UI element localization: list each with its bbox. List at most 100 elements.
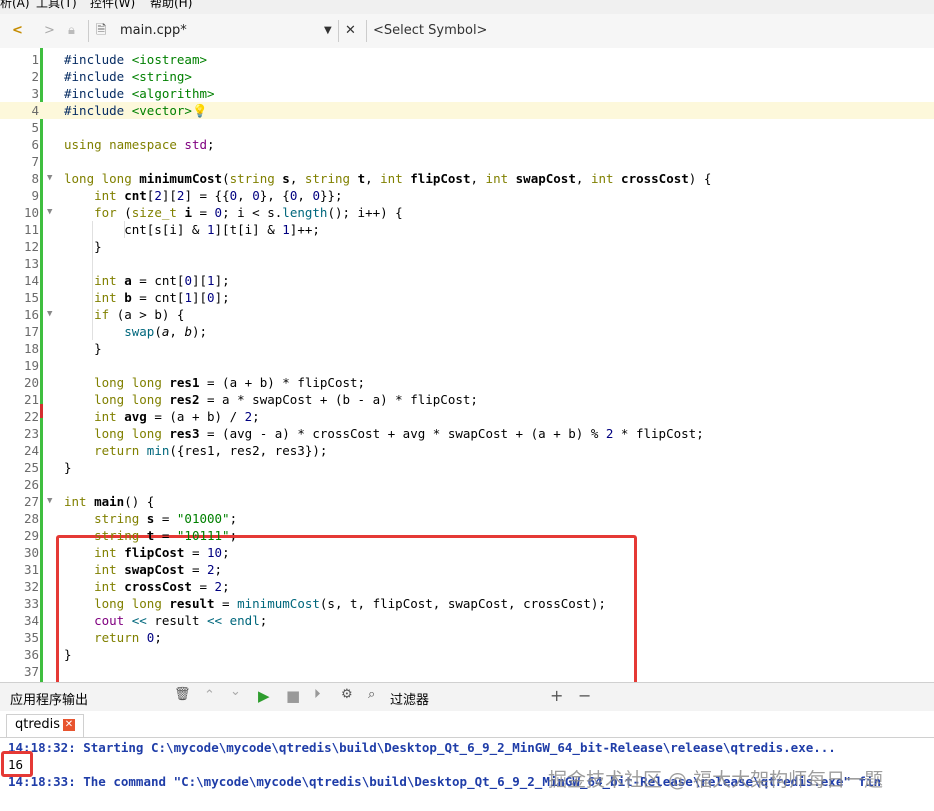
output-line: 14:18:32: Starting C:\mycode\mycode\qtre… [8, 740, 836, 755]
line-number: 20 [23, 375, 39, 390]
code-text: long long result = minimumCost(s, t, fli… [94, 596, 606, 611]
line-number: 32 [23, 579, 39, 594]
chevron-up-icon[interactable]: ⌃ [204, 688, 215, 703]
fold-marker-icon[interactable]: ▼ [47, 493, 52, 510]
tab-label: qtredis [15, 717, 61, 732]
line-number: 5 [31, 120, 39, 135]
code-line[interactable]: 30 int flipCost = 10; [0, 544, 934, 561]
line-number: 29 [23, 528, 39, 543]
trash-icon[interactable]: 🗑︎ [174, 687, 191, 702]
line-number: 3 [31, 86, 39, 101]
code-line[interactable]: 33 long long result = minimumCost(s, t, … [0, 595, 934, 612]
code-line[interactable]: 23 long long res3 = (avg - a) * crossCos… [0, 425, 934, 442]
line-number: 15 [23, 290, 39, 305]
code-line[interactable]: 28 string s = "01000"; [0, 510, 934, 527]
code-text: int b = cnt[1][0]; [94, 290, 230, 305]
line-number: 28 [23, 511, 39, 526]
back-button[interactable]: < [12, 20, 23, 42]
fold-marker-icon[interactable]: ▼ [47, 170, 52, 187]
code-line[interactable]: 17 swap(a, b); [0, 323, 934, 340]
symbol-selector[interactable]: <Select Symbol> [373, 20, 487, 42]
code-line[interactable]: 16 ▼ if (a > b) { [0, 306, 934, 323]
code-line[interactable]: 7 [0, 153, 934, 170]
line-number: 36 [23, 647, 39, 662]
file-selector[interactable]: 🗎 main.cpp* ▼ [96, 20, 338, 42]
code-line[interactable]: 36} [0, 646, 934, 663]
code-line[interactable]: 8 ▼ long long minimumCost(string s, string… [0, 170, 934, 187]
code-line[interactable]: 18 } [0, 340, 934, 357]
line-number: 11 [23, 222, 39, 237]
code-editor[interactable]: 1 #include <iostream> 2 #include <string> 3 #… [0, 48, 934, 682]
line-number: 9 [31, 188, 39, 203]
code-line[interactable]: 25} [0, 459, 934, 476]
chevron-down-icon[interactable]: ⌄ [230, 684, 241, 699]
code-line[interactable]: 19 [0, 357, 934, 374]
gear-icon[interactable]: ⚙ [341, 687, 353, 702]
code-text: #include <iostream> [64, 52, 208, 67]
line-number: 35 [23, 630, 39, 645]
code-line[interactable]: 13 [0, 255, 934, 272]
code-line[interactable]: 9 int cnt[2][2] = {{0, 0}, {0, 0}}; [0, 187, 934, 204]
debug-run-icon[interactable]: ⏵ [314, 687, 321, 702]
code-line[interactable]: 15 int b = cnt[1][0]; [0, 289, 934, 306]
tab-qtredis[interactable]: qtredis ✕ [6, 714, 84, 737]
stop-icon[interactable]: ■ [286, 687, 300, 705]
code-text: long long minimumCost(string s, string t… [64, 171, 712, 186]
code-text: } [64, 341, 102, 356]
code-line[interactable]: 20 long long res1 = (a + b) * flipCost; [0, 374, 934, 391]
code-line[interactable]: 14 int a = cnt[0][1]; [0, 272, 934, 289]
code-line[interactable]: 27 ▼ int main() { [0, 493, 934, 510]
line-number: 33 [23, 596, 39, 611]
code-line[interactable]: 3 #include <algorithm> [0, 85, 934, 102]
menu-item-tools[interactable]: 工具(T) [36, 0, 77, 9]
code-line[interactable]: 10 ▼ for (size_t i = 0; i < s.length(); i… [0, 204, 934, 221]
code-text: #include <vector>💡 [64, 103, 208, 118]
code-line[interactable]: 31 int swapCost = 2; [0, 561, 934, 578]
line-number: 16 [23, 307, 39, 322]
code-line[interactable]: 2 #include <string> [0, 68, 934, 85]
close-tab-icon[interactable]: ✕ [63, 719, 75, 731]
menu-item-controls[interactable]: 控件(W) [90, 0, 135, 9]
line-number: 18 [23, 341, 39, 356]
line-number: 22 [23, 409, 39, 424]
line-number: 19 [23, 358, 39, 373]
menu-item-help[interactable]: 帮助(H) [150, 0, 192, 9]
code-line[interactable]: 1 #include <iostream> [0, 51, 934, 68]
code-text: using namespace std; [64, 137, 215, 152]
code-line[interactable]: 21 long long res2 = a * swapCost + (b - … [0, 391, 934, 408]
close-file-button[interactable]: ✕ [345, 20, 356, 42]
code-line[interactable]: 4 #include <vector>💡 [0, 102, 934, 119]
menu-item-analyze[interactable]: 析(A) [0, 0, 30, 9]
fold-marker-icon[interactable]: ▼ [47, 204, 52, 221]
code-line[interactable]: 11 cnt[s[i] & 1][t[i] & 1]++; [0, 221, 934, 238]
line-number: 27 [23, 494, 39, 509]
filter-input[interactable]: 过滤器 [390, 689, 429, 708]
chevron-down-icon: ▼ [324, 25, 332, 36]
line-number: 7 [31, 154, 39, 169]
search-icon: ⌕ [368, 687, 376, 702]
editor-toolbar: < > 🔒︎ 🗎 main.cpp* ▼ ✕ <Select Symbol> [0, 14, 934, 49]
run-icon[interactable]: ▶ [258, 687, 270, 705]
forward-button[interactable]: > [44, 20, 55, 42]
document-icon: 🗎 [96, 23, 107, 38]
code-line[interactable]: 24 return min({res1, res2, res3}); [0, 442, 934, 459]
code-line[interactable]: 5 [0, 119, 934, 136]
add-pane-button[interactable]: + [550, 686, 563, 705]
code-line[interactable]: 22 int avg = (a + b) / 2; [0, 408, 934, 425]
code-line[interactable]: 12 } [0, 238, 934, 255]
line-number: 34 [23, 613, 39, 628]
code-line[interactable]: 29 string t = "10111"; [0, 527, 934, 544]
code-line[interactable]: 37 [0, 663, 934, 680]
indent-guide [124, 221, 125, 238]
fold-marker-icon[interactable]: ▼ [47, 306, 52, 323]
code-line[interactable]: 26 [0, 476, 934, 493]
code-text: } [64, 647, 72, 662]
output-pane-header: 应用程序输出 🗑︎ ⌃ ⌄ ▶ ■ ⏵ ⚙ ⌕ 过滤器 + − [0, 682, 934, 712]
code-line[interactable]: 6 using namespace std; [0, 136, 934, 153]
line-number: 30 [23, 545, 39, 560]
code-line[interactable]: 34 cout << result << endl; [0, 612, 934, 629]
code-line[interactable]: 35 return 0; [0, 629, 934, 646]
code-line[interactable]: 32 int crossCost = 2; [0, 578, 934, 595]
line-number: 37 [23, 664, 39, 679]
remove-pane-button[interactable]: − [578, 686, 591, 705]
